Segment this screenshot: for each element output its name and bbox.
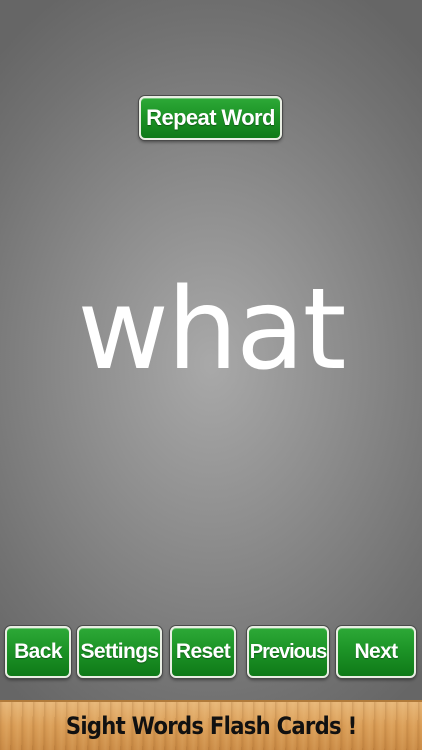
back-button[interactable]: Back [5, 626, 71, 678]
sight-word: what [77, 265, 346, 395]
settings-button[interactable]: Settings [77, 626, 162, 678]
flashcard-screen: Repeat Word what Back Settings Reset Pre… [0, 0, 422, 700]
app-title: Sight Words Flash Cards ! [65, 712, 357, 740]
previous-button[interactable]: Previous [247, 626, 329, 678]
repeat-word-button[interactable]: Repeat Word [139, 96, 282, 140]
app-title-banner: Sight Words Flash Cards ! [0, 700, 422, 750]
reset-button[interactable]: Reset [170, 626, 236, 678]
next-button[interactable]: Next [336, 626, 416, 678]
